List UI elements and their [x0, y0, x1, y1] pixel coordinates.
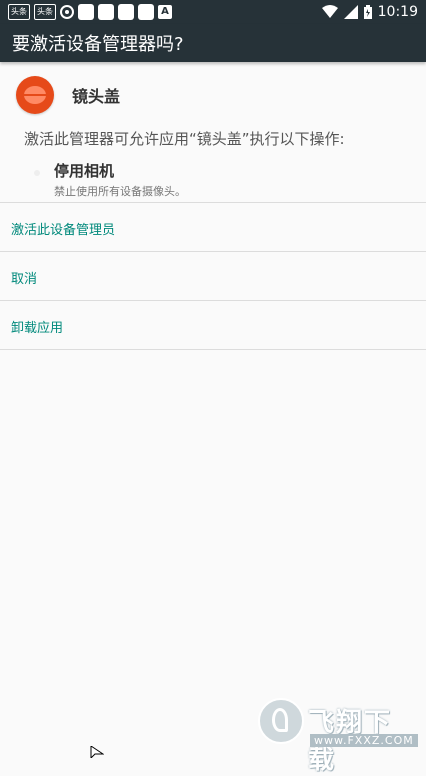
watermark-url: www.FXXZ.COM	[310, 734, 418, 747]
app-header: 镜头盖	[16, 76, 120, 114]
signal-icon	[343, 5, 358, 19]
activate-admin-button[interactable]: 激活此设备管理员	[11, 219, 115, 238]
policy-item: 停用相机 禁止使用所有设备摄像头。	[34, 160, 186, 199]
divider	[0, 300, 426, 301]
status-bar: 头条 头条 A 10:19	[0, 0, 426, 24]
mouse-cursor-icon	[90, 746, 104, 758]
divider	[0, 349, 426, 350]
app-notification-icon-2	[98, 4, 114, 20]
battery-icon	[363, 5, 372, 19]
cancel-button[interactable]: 取消	[11, 268, 37, 287]
policy-title: 停用相机	[54, 162, 115, 180]
dialog-title: 要激活设备管理器吗?	[12, 34, 184, 55]
app-name: 镜头盖	[72, 87, 121, 106]
system-icons: 10:19	[321, 4, 418, 20]
divider	[0, 202, 426, 203]
policy-description: 禁止使用所有设备摄像头。	[54, 185, 186, 198]
wifi-icon	[321, 5, 338, 18]
lens-cap-app-icon	[16, 76, 54, 114]
admin-description: 激活此管理器可允许应用“镜头盖”执行以下操作:	[24, 130, 345, 148]
shield-notification-icon	[60, 5, 74, 19]
bullet-icon	[34, 170, 40, 176]
uninstall-app-button[interactable]: 卸载应用	[11, 317, 63, 336]
dialog-title-bar: 要激活设备管理器吗?	[0, 24, 426, 62]
toutiao-notification-icon: 头条	[8, 4, 30, 20]
divider	[0, 251, 426, 252]
a-notification-icon: A	[158, 5, 172, 19]
notification-icons: 头条 头条 A	[8, 4, 172, 20]
watermark-logo-icon	[258, 698, 304, 744]
app-notification-icon-4	[138, 4, 154, 20]
status-time: 10:19	[377, 4, 418, 20]
watermark: 飞翔下载 www.FXXZ.COM	[258, 698, 418, 775]
app-notification-icon	[78, 4, 94, 20]
app-notification-icon-3	[118, 4, 134, 20]
toutiao-notification-icon-2: 头条	[34, 4, 56, 20]
